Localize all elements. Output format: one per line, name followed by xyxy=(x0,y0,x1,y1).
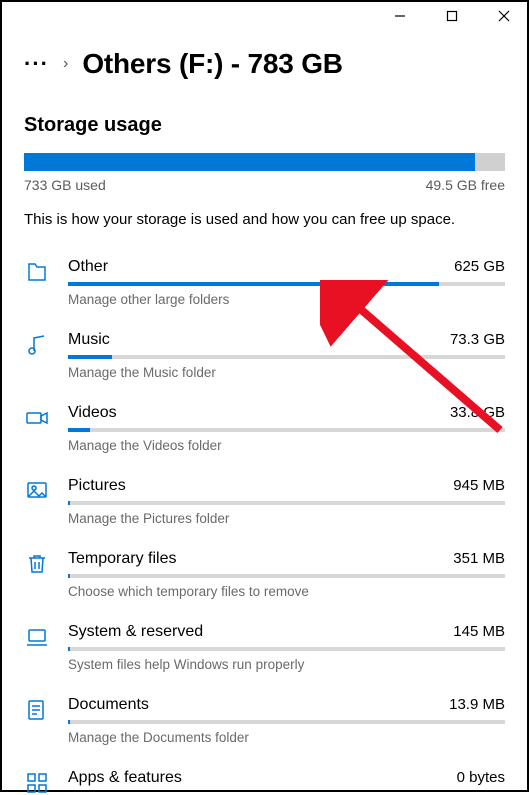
category-bar xyxy=(68,282,505,286)
category-name: Apps & features xyxy=(68,769,182,787)
pictures-icon xyxy=(24,479,50,503)
category-size: 945 MB xyxy=(453,477,505,494)
category-documents[interactable]: Documents 13.9 MB Manage the Documents f… xyxy=(24,686,505,759)
category-sub: Manage the Pictures folder xyxy=(68,511,505,526)
category-name: Documents xyxy=(68,696,149,714)
category-bar xyxy=(68,720,505,724)
category-size: 13.9 MB xyxy=(449,696,505,713)
apps-icon xyxy=(24,771,50,795)
category-bar xyxy=(68,647,505,651)
category-name: Pictures xyxy=(68,477,126,495)
category-name: System & reserved xyxy=(68,623,203,641)
category-name: Other xyxy=(68,258,108,276)
category-list: Other 625 GB Manage other large folders … xyxy=(24,248,505,795)
category-size: 73.3 GB xyxy=(450,331,505,348)
category-name: Temporary files xyxy=(68,550,176,568)
category-videos[interactable]: Videos 33.8 GB Manage the Videos folder xyxy=(24,394,505,467)
video-icon xyxy=(24,406,50,430)
category-size: 625 GB xyxy=(454,258,505,275)
category-other[interactable]: Other 625 GB Manage other large folders xyxy=(24,248,505,321)
minimize-button[interactable] xyxy=(383,4,417,28)
category-size: 0 bytes xyxy=(457,769,505,786)
used-label: 733 GB used xyxy=(24,177,106,193)
category-bar xyxy=(68,355,505,359)
description-text: This is how your storage is used and how… xyxy=(24,211,505,228)
section-heading: Storage usage xyxy=(24,114,505,137)
folder-icon xyxy=(24,260,50,284)
category-music[interactable]: Music 73.3 GB Manage the Music folder xyxy=(24,321,505,394)
category-sub: Manage the Videos folder xyxy=(68,438,505,453)
window-titlebar xyxy=(2,2,527,30)
free-label: 49.5 GB free xyxy=(426,177,505,193)
laptop-icon xyxy=(24,625,50,649)
category-sub: Manage other large folders xyxy=(68,292,505,307)
breadcrumb: ··· › Others (F:) - 783 GB xyxy=(24,48,505,80)
storage-total-fill xyxy=(24,153,475,171)
category-size: 33.8 GB xyxy=(450,404,505,421)
category-apps[interactable]: Apps & features 0 bytes xyxy=(24,759,505,795)
category-sub: Choose which temporary files to remove xyxy=(68,584,505,599)
category-system[interactable]: System & reserved 145 MB System files he… xyxy=(24,613,505,686)
category-size: 351 MB xyxy=(453,550,505,567)
category-sub: System files help Windows run properly xyxy=(68,657,505,672)
category-bar xyxy=(68,501,505,505)
breadcrumb-more-icon[interactable]: ··· xyxy=(24,51,49,77)
category-sub: Manage the Music folder xyxy=(68,365,505,380)
page-title: Others (F:) - 783 GB xyxy=(82,48,342,80)
category-name: Music xyxy=(68,331,110,349)
music-icon xyxy=(24,333,50,357)
category-bar xyxy=(68,428,505,432)
category-temporary[interactable]: Temporary files 351 MB Choose which temp… xyxy=(24,540,505,613)
close-button[interactable] xyxy=(487,4,521,28)
category-size: 145 MB xyxy=(453,623,505,640)
storage-total-bar xyxy=(24,153,505,171)
chevron-right-icon: › xyxy=(63,55,68,73)
documents-icon xyxy=(24,698,50,722)
category-sub: Manage the Documents folder xyxy=(68,730,505,745)
maximize-button[interactable] xyxy=(435,4,469,28)
category-pictures[interactable]: Pictures 945 MB Manage the Pictures fold… xyxy=(24,467,505,540)
trash-icon xyxy=(24,552,50,576)
category-bar xyxy=(68,574,505,578)
category-name: Videos xyxy=(68,404,117,422)
